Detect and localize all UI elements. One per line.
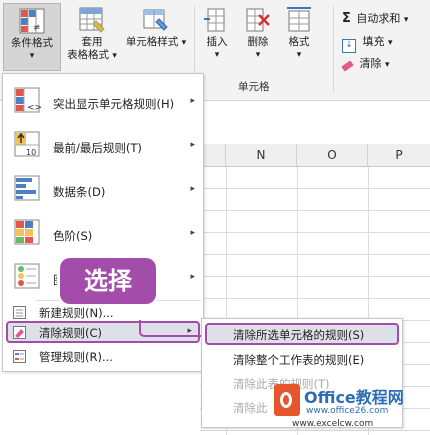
office-logo-inner bbox=[280, 392, 292, 408]
submenu-item-clear-sheet[interactable]: 清除整个工作表的规则(E) bbox=[202, 351, 402, 369]
submenu-item-clear-selected[interactable]: 清除所选单元格的规则(S) bbox=[205, 323, 399, 345]
watermark-url-2: www.excelcw.com bbox=[292, 419, 374, 429]
watermark-url-1: www.office26.com bbox=[306, 406, 389, 416]
clear-selected-label: 清除所选单元格的规则(S) bbox=[233, 328, 365, 342]
select-callout: 选择 bbox=[60, 258, 156, 304]
watermark-brand: Office教程网 bbox=[304, 388, 404, 407]
office-logo-icon bbox=[274, 384, 300, 416]
watermark: Office教程网 www.office26.com www.excelcw.c… bbox=[272, 378, 428, 434]
clear-sheet-label: 清除整个工作表的规则(E) bbox=[233, 353, 365, 367]
clear-pivot-label: 清除此 bbox=[233, 401, 268, 415]
